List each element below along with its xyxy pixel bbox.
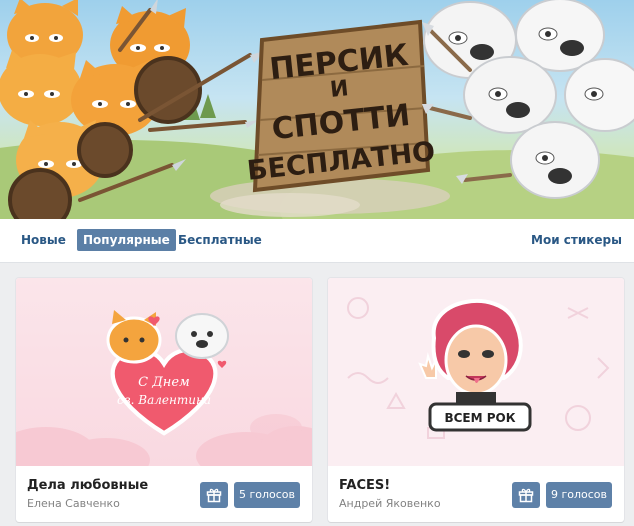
tab-popular[interactable]: Популярные	[77, 229, 176, 251]
sticker-pack-card[interactable]: С Днем св. Валентина Дела любовные Елена…	[16, 278, 312, 522]
sticker-pack-preview[interactable]: ВСЕМ РОК	[328, 278, 624, 466]
sticker-pack-preview[interactable]: С Днем св. Валентина	[16, 278, 312, 482]
votes-button[interactable]: 9 голосов	[546, 482, 612, 508]
wooden-sign: ПЕРСИК И СПОТТИ БЕСПЛАТНО	[246, 19, 437, 193]
tab-my-stickers[interactable]: Мои стикеры	[525, 229, 628, 251]
gift-button[interactable]	[512, 482, 540, 508]
sticker-pack-card[interactable]: ВСЕМ РОК FACES! Андрей Яковенко 9 голосо…	[328, 278, 624, 522]
sign-line-2: И	[329, 76, 350, 103]
sticker-pack-author: Андрей Яковенко	[339, 497, 441, 510]
dog-sticker-illustration	[175, 313, 229, 359]
sticker-pack-author: Елена Савченко	[27, 497, 120, 510]
heart-caption-line-2: св. Валентина	[117, 393, 211, 407]
sticker-tabs: Новые Популярные Бесплатные Мои стикеры	[0, 219, 634, 263]
heart-caption-line-1: С Днем	[138, 375, 190, 390]
tab-free[interactable]: Бесплатные	[172, 229, 268, 251]
sticker-pack-title[interactable]: Дела любовные	[27, 478, 148, 493]
sticker-pack-title[interactable]: FACES!	[339, 478, 390, 493]
votes-button[interactable]: 5 голосов	[234, 482, 300, 508]
promo-banner[interactable]: ПЕРСИК И СПОТТИ БЕСПЛАТНО	[0, 0, 634, 219]
gift-button[interactable]	[200, 482, 228, 508]
rock-girl-sticker-illustration	[418, 299, 523, 408]
gift-icon	[206, 488, 222, 503]
tab-new[interactable]: Новые	[15, 229, 72, 251]
gift-icon	[518, 488, 534, 503]
banner-artwork: ПЕРСИК И СПОТТИ БЕСПЛАТНО	[0, 0, 634, 219]
badge-text: ВСЕМ РОК	[444, 411, 515, 425]
rock-badge: ВСЕМ РОК	[428, 402, 532, 432]
